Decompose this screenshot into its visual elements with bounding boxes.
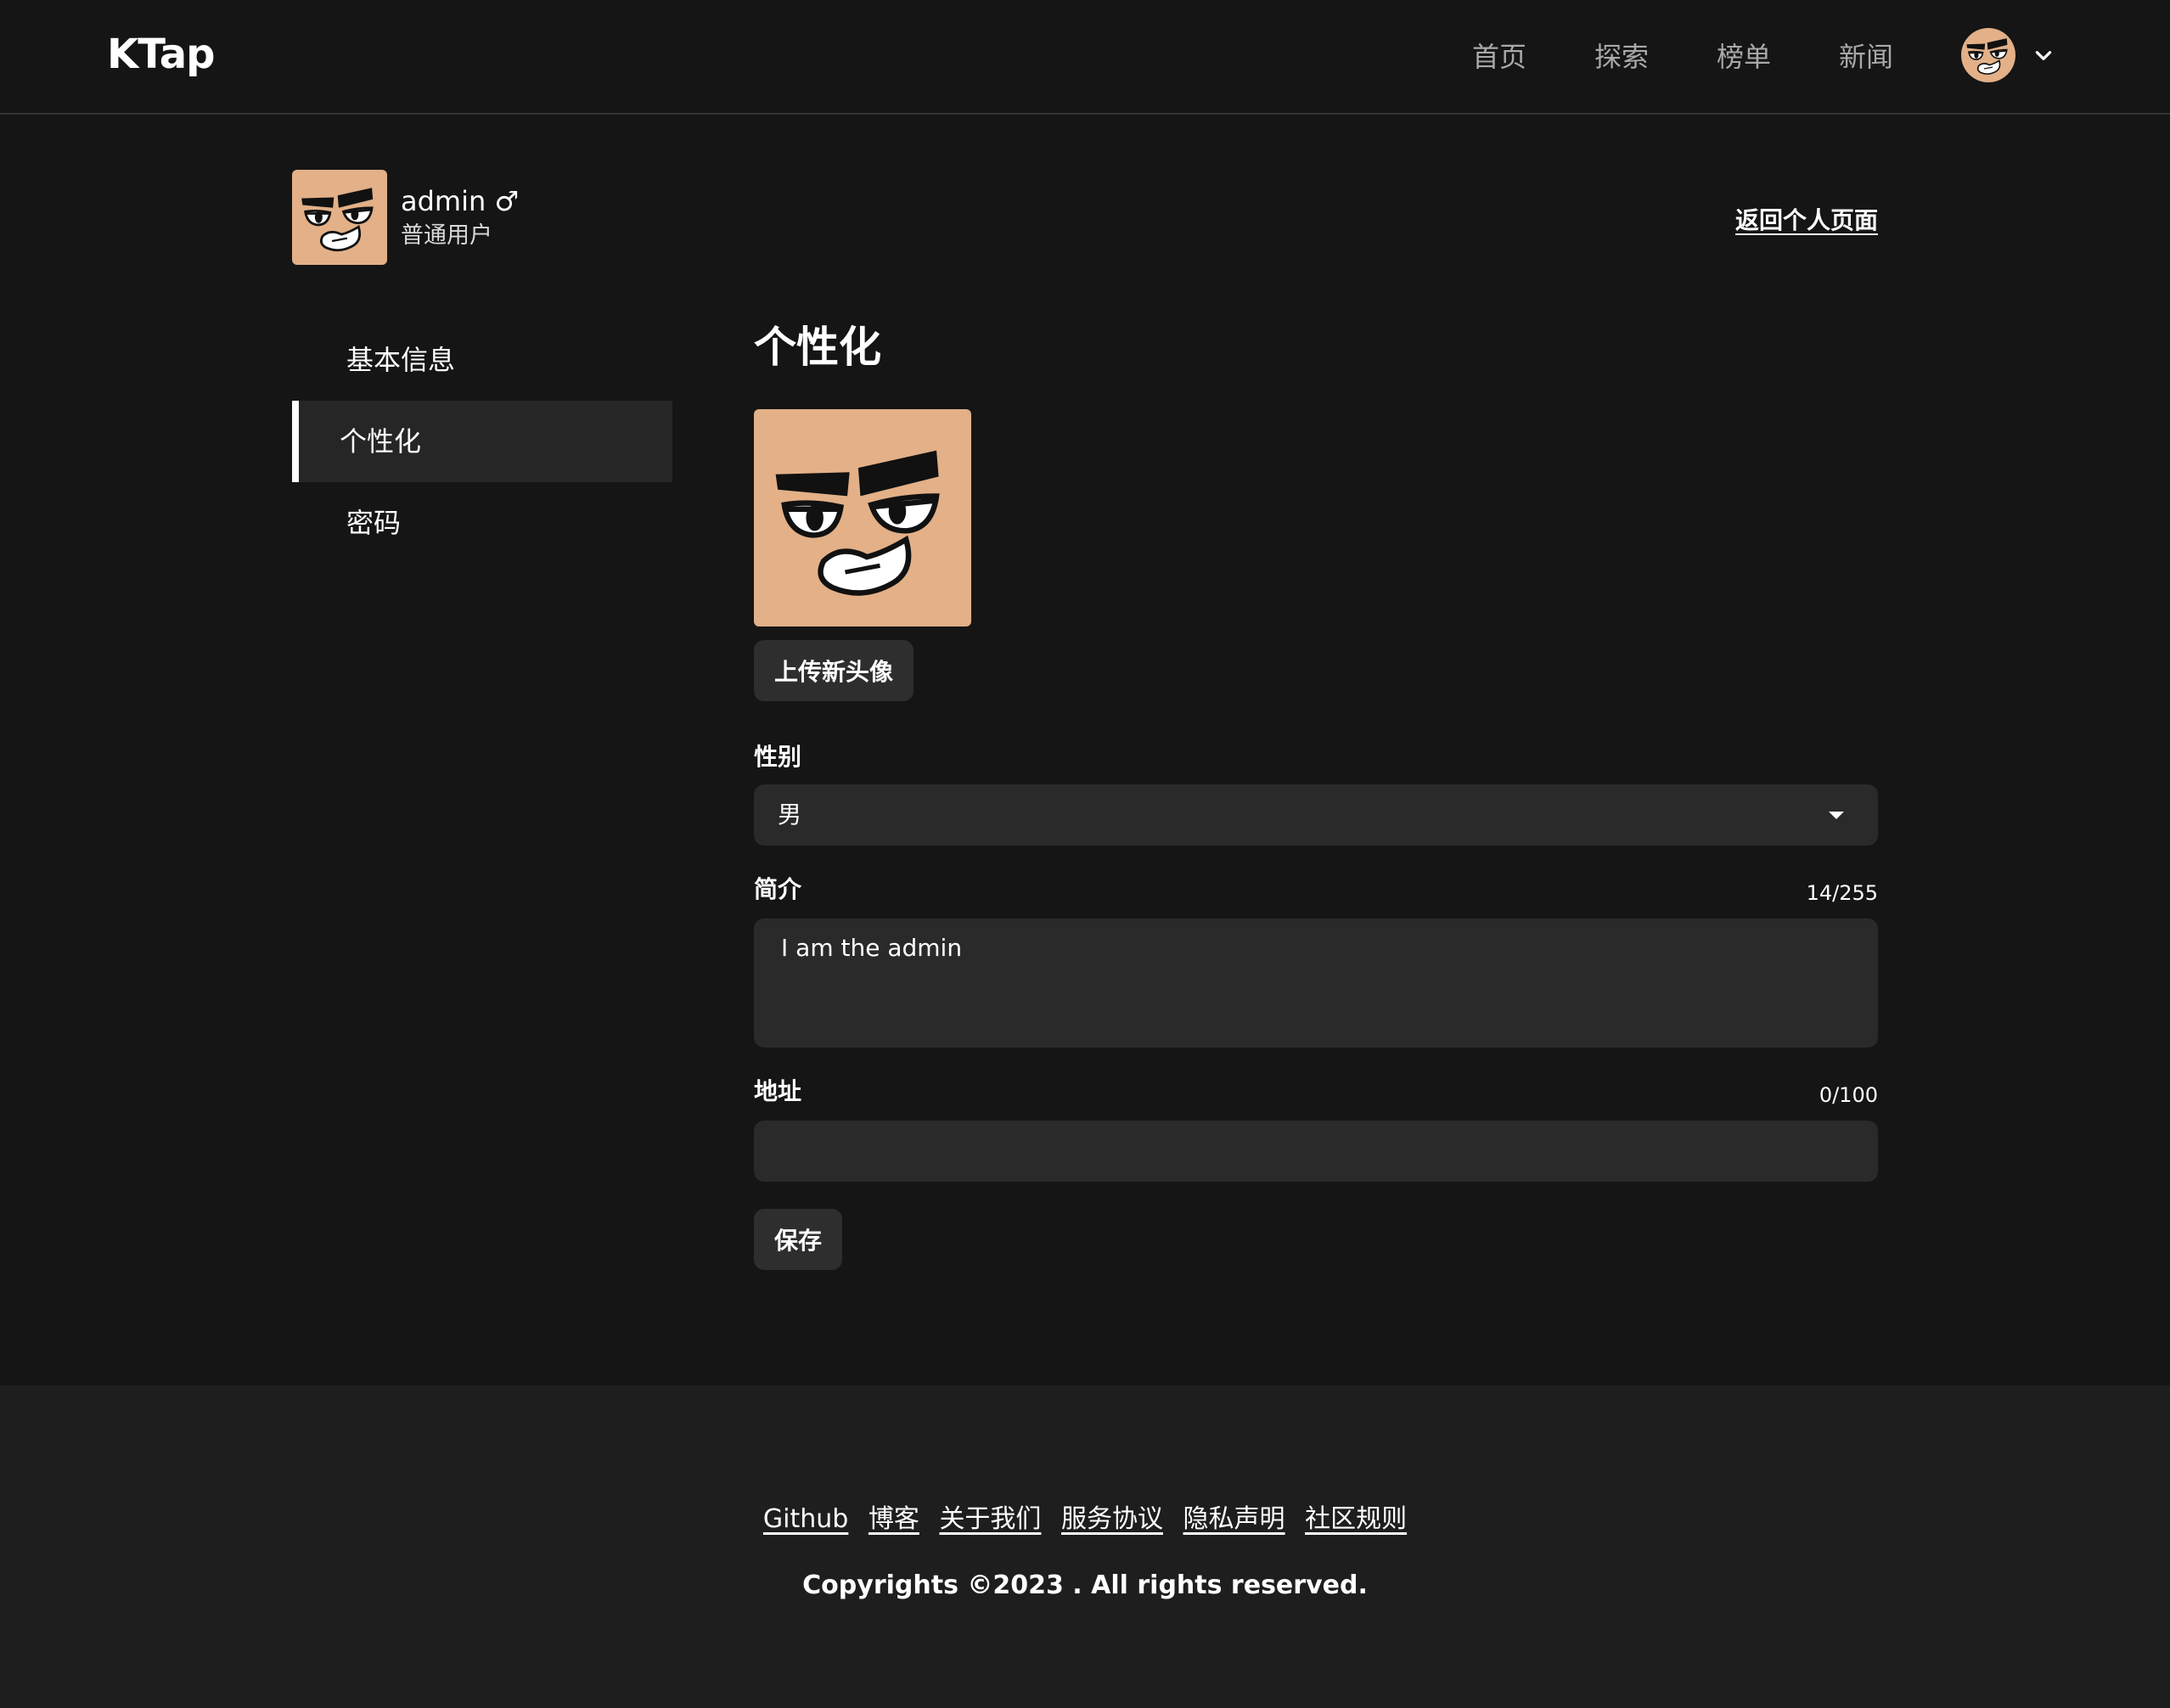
- settings-sidebar: 基本信息 个性化 密码: [292, 319, 672, 564]
- user-menu[interactable]: [1961, 28, 2055, 82]
- bio-textarea[interactable]: I am the admin: [754, 919, 1878, 1048]
- footer: Github 博客 关于我们 服务协议 隐私声明 社区规则 Copyrights…: [0, 1385, 2170, 1708]
- nav-explore[interactable]: 探索: [1594, 36, 1717, 75]
- nav-news[interactable]: 新闻: [1839, 36, 1961, 75]
- sidebar-item-personalize[interactable]: 个性化: [292, 401, 672, 482]
- select-caret-icon: [1829, 812, 1844, 819]
- top-bar: KTap 首页 探索 榜单 新闻: [0, 0, 2170, 115]
- footer-links: Github 博客 关于我们 服务协议 隐私声明 社区规则: [0, 1497, 2170, 1535]
- avatar-face-icon[interactable]: [1961, 28, 2015, 82]
- sidebar-item-basic-info[interactable]: 基本信息: [292, 319, 672, 401]
- gender-selected-value: 男: [778, 801, 802, 829]
- logo[interactable]: KTap: [107, 31, 215, 78]
- nav-home[interactable]: 首页: [1472, 36, 1594, 75]
- address-input[interactable]: [754, 1121, 1878, 1182]
- upload-avatar-button[interactable]: 上传新头像: [754, 640, 914, 701]
- address-label: 地址: [754, 1077, 802, 1105]
- avatar-face-icon: [292, 170, 387, 265]
- save-button[interactable]: 保存: [754, 1209, 842, 1270]
- footer-link-community-rules[interactable]: 社区规则: [1305, 1504, 1407, 1534]
- user-role: 普通用户: [401, 222, 492, 249]
- gender-label: 性别: [754, 743, 802, 771]
- username: admin ♂: [401, 185, 520, 217]
- avatar: [292, 170, 387, 265]
- personalize-panel: 个性化 上传新头像 性别 男 简介 14/255 I am the admin …: [754, 319, 1878, 1270]
- bio-char-counter: 14/255: [1806, 881, 1878, 905]
- gender-label-row: 性别: [754, 739, 1878, 773]
- address-label-row: 地址 0/100: [754, 1073, 1878, 1107]
- gender-select[interactable]: 男: [754, 784, 1878, 846]
- footer-link-terms[interactable]: 服务协议: [1061, 1504, 1163, 1534]
- bio-label: 简介: [754, 875, 802, 903]
- chevron-down-icon[interactable]: [2032, 44, 2055, 66]
- footer-link-about[interactable]: 关于我们: [939, 1504, 1041, 1534]
- avatar-face-icon: [754, 409, 971, 626]
- avatar-preview: [754, 409, 971, 626]
- copyright: Copyrights ©2023 . All rights reserved.: [802, 1570, 1368, 1600]
- footer-link-privacy[interactable]: 隐私声明: [1183, 1504, 1285, 1534]
- address-char-counter: 0/100: [1819, 1083, 1878, 1107]
- profile-header: admin ♂ 普通用户: [292, 170, 519, 265]
- nav-rankings[interactable]: 榜单: [1717, 36, 1839, 75]
- footer-link-github[interactable]: Github: [763, 1504, 848, 1534]
- page-title: 个性化: [754, 323, 881, 372]
- footer-link-blog[interactable]: 博客: [869, 1504, 919, 1534]
- back-to-profile-link[interactable]: 返回个人页面: [1735, 202, 1878, 236]
- bio-label-row: 简介 14/255: [754, 871, 1878, 905]
- profile-names: admin ♂ 普通用户: [401, 183, 519, 252]
- main-nav: 首页 探索 榜单 新闻: [1472, 36, 1961, 75]
- sidebar-item-password[interactable]: 密码: [292, 482, 672, 564]
